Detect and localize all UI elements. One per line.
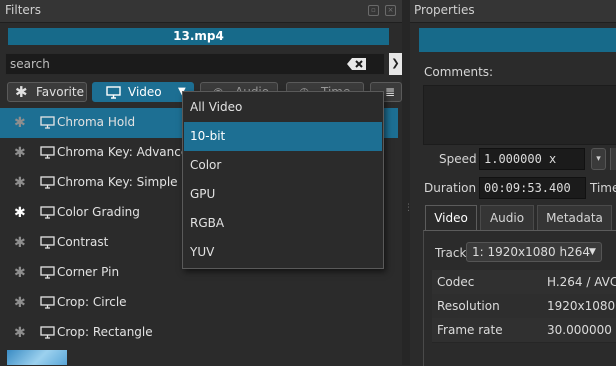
video-button-label: Video <box>128 85 162 99</box>
favorite-star-icon[interactable]: ✱ <box>14 115 26 131</box>
video-category-dropdown: All Video 10-bit Color GPU RGBA YUV <box>182 91 384 269</box>
clear-search-icon[interactable] <box>346 57 368 71</box>
media-info-row: Frame rate 30.000000 <box>432 318 616 343</box>
monitor-icon <box>40 296 55 312</box>
filters-panel-title: Filters <box>5 3 41 17</box>
favorite-category-button[interactable]: ✱ Favorite <box>7 82 87 102</box>
favorite-star-icon[interactable]: ✱ <box>14 325 26 341</box>
clip-thumbnail <box>7 350 67 365</box>
filter-list-item-label: Chroma Key: Advanced <box>57 145 196 159</box>
monitor-icon <box>40 176 55 192</box>
monitor-icon <box>40 266 55 282</box>
properties-panel-title: Properties <box>414 3 475 17</box>
dropdown-menu-item-label: YUV <box>190 245 215 259</box>
monitor-icon <box>40 146 55 162</box>
comments-textarea[interactable] <box>423 85 616 145</box>
dropdown-menu-item[interactable]: Color <box>184 151 382 180</box>
track-label: Track <box>435 246 467 260</box>
favorite-star-icon[interactable]: ✱ <box>14 265 26 281</box>
filter-list-item-label: Chroma Hold <box>57 115 136 129</box>
comments-label: Comments: <box>424 65 494 79</box>
speed-spinbox[interactable]: 1.000000 x <box>479 148 585 170</box>
dropdown-menu-item[interactable]: 10-bit <box>184 122 382 151</box>
duration-field[interactable]: 00:09:53.400 <box>479 177 586 199</box>
filter-list-item-label: Contrast <box>57 235 109 249</box>
dropdown-menu-item[interactable]: RGBA <box>184 209 382 238</box>
media-info-row: Resolution 1920x1080 <box>432 294 616 319</box>
dropdown-menu-item[interactable]: All Video <box>184 93 382 122</box>
monitor-icon <box>40 116 55 132</box>
track-select-value: 1: 1920x1080 h264 <box>472 245 590 259</box>
favorite-star-icon[interactable]: ✱ <box>14 145 26 161</box>
database-icon: ≣ <box>385 85 396 99</box>
dropdown-menu-item[interactable]: YUV <box>184 238 382 267</box>
favorite-star-icon[interactable]: ✱ <box>14 205 26 221</box>
duration-label: Duration <box>424 181 477 195</box>
track-select[interactable]: 1: 1920x1080 h264 ▼ <box>466 242 602 262</box>
time-label: Time <box>590 181 616 195</box>
media-info-value: H.264 / AVC <box>547 275 616 289</box>
favorite-button-label: Favorite <box>36 85 84 99</box>
filter-list-item-label: Chroma Key: Simple <box>57 175 178 189</box>
media-info-key: Codec <box>437 275 475 289</box>
scroll-right-button[interactable]: ❯ <box>389 53 402 75</box>
dropdown-menu-item-label: 10-bit <box>190 129 226 143</box>
filter-list-item[interactable]: ✱ Crop: Rectangle <box>0 318 398 348</box>
panel-splitter[interactable]: ⋮ <box>402 0 413 365</box>
media-info-key: Resolution <box>437 299 500 313</box>
monitor-icon <box>40 206 55 222</box>
media-info-value: 1920x1080 <box>547 299 616 313</box>
properties-clip-bar <box>419 28 616 52</box>
favorite-star-icon[interactable]: ✱ <box>14 235 26 251</box>
filters-panel-header: Filters ▫ × <box>0 0 402 23</box>
video-category-button[interactable]: Video ▼ <box>92 82 194 102</box>
favorite-star-icon[interactable]: ✱ <box>14 295 26 311</box>
monitor-icon <box>106 86 121 101</box>
media-info-value: 30.000000 <box>547 323 612 337</box>
favorite-star-icon: ✱ <box>15 83 28 101</box>
media-info-key: Frame rate <box>437 323 503 337</box>
tab-video[interactable]: Video <box>425 205 477 231</box>
media-info-row: Codec H.264 / AVC <box>432 270 616 295</box>
dropdown-menu-item-label: All Video <box>190 100 243 114</box>
dropdown-menu-item-label: GPU <box>190 187 216 201</box>
speed-label: Speed <box>439 152 477 166</box>
monitor-icon <box>40 326 55 342</box>
properties-panel-header: Properties <box>410 0 616 23</box>
float-panel-icon[interactable]: ▫ <box>368 5 379 16</box>
filter-list-item-label: Corner Pin <box>57 265 120 279</box>
filter-search-input[interactable] <box>5 53 385 75</box>
properties-panel: Properties Comments: Speed 1.000000 x ▾ … <box>410 0 616 366</box>
filter-list-item[interactable]: ✱ Crop: Circle <box>0 288 398 318</box>
speed-menu-button[interactable]: ▾ <box>591 148 606 170</box>
media-info-table: Codec H.264 / AVC Resolution 1920x1080 Frame… <box>410 270 616 365</box>
close-panel-icon[interactable]: × <box>385 5 396 16</box>
filter-list-item-label: Crop: Circle <box>57 295 127 309</box>
chevron-down-icon: ▼ <box>589 247 596 257</box>
speed-extra-button[interactable] <box>610 148 616 170</box>
favorite-star-icon[interactable]: ✱ <box>14 175 26 191</box>
tab-audio[interactable]: Audio <box>480 205 534 231</box>
filter-list-item-label: Crop: Rectangle <box>57 325 153 339</box>
dropdown-menu-item-label: RGBA <box>190 216 225 230</box>
tab-metadata[interactable]: Metadata <box>537 205 612 231</box>
monitor-icon <box>40 236 55 252</box>
dropdown-menu-item-label: Color <box>190 158 222 172</box>
current-clip-name: 13.mp4 <box>8 28 389 45</box>
dropdown-menu-item[interactable]: GPU <box>184 180 382 209</box>
filter-list-item-label: Color Grading <box>57 205 140 219</box>
